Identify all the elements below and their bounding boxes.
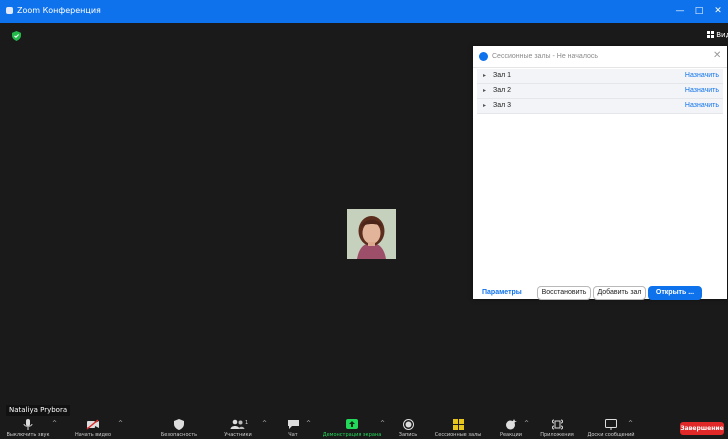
record-icon xyxy=(402,419,414,430)
start-video-button[interactable]: Начать видео xyxy=(75,417,111,439)
room-row-1[interactable]: ▸ Зал 1 Назначить xyxy=(477,69,723,84)
share-options-chevron-icon[interactable]: ^ xyxy=(380,420,385,428)
apps-icon xyxy=(551,419,563,430)
participants-icon xyxy=(230,419,245,429)
whiteboard-button[interactable]: Доски сообщений xyxy=(587,417,635,439)
security-label: Безопасность xyxy=(160,432,198,438)
params-link[interactable]: Параметры xyxy=(482,288,522,298)
add-room-button[interactable]: Добавить зал xyxy=(593,286,646,300)
whiteboard-options-chevron-icon[interactable]: ^ xyxy=(628,420,633,428)
share-screen-icon xyxy=(346,419,358,429)
breakout-rooms-icon xyxy=(452,419,464,430)
view-label: Вид xyxy=(716,31,728,39)
breakout-rooms-label: Сессионные залы xyxy=(434,432,482,438)
participants-label: Участники xyxy=(224,432,252,438)
assign-link[interactable]: Назначить xyxy=(685,69,719,83)
meeting-toolbar: Выключить звук ^ Начать видео ^ Безопасн… xyxy=(0,417,728,439)
minimize-button[interactable]: — xyxy=(672,4,688,18)
share-screen-button[interactable]: Демонстрация экрана xyxy=(323,417,381,439)
apps-button[interactable]: Приложения xyxy=(540,417,574,439)
expand-caret-icon[interactable]: ▸ xyxy=(483,99,486,113)
room-row-2[interactable]: ▸ Зал 2 Назначить xyxy=(477,84,723,99)
zoom-app-icon xyxy=(6,7,13,14)
reactions-label: Реакции xyxy=(499,432,523,438)
participant-photo xyxy=(347,209,396,259)
participant-name-tag: Nataliya Prybora xyxy=(6,405,71,416)
start-video-label: Начать видео xyxy=(74,432,112,438)
expand-caret-icon[interactable]: ▸ xyxy=(483,69,486,83)
breakout-rooms-panel: Сессионные залы - Не началось ✕ ▸ Зал 1 … xyxy=(473,46,727,300)
room-name: Зал 3 xyxy=(493,102,512,109)
record-label: Запись xyxy=(398,432,418,438)
participants-options-chevron-icon[interactable]: ^ xyxy=(262,420,267,428)
video-off-icon xyxy=(86,419,99,430)
participant-avatar xyxy=(347,209,396,259)
grid-view-icon xyxy=(707,31,714,38)
expand-caret-icon[interactable]: ▸ xyxy=(483,84,486,98)
restore-button[interactable]: Восстановить xyxy=(537,286,591,300)
reactions-button[interactable]: Реакции xyxy=(500,417,522,439)
whiteboard-label: Доски сообщений xyxy=(587,432,635,438)
close-button[interactable]: ✕ xyxy=(710,4,726,18)
reactions-options-chevron-icon[interactable]: ^ xyxy=(524,420,529,428)
zoom-logo-icon xyxy=(479,52,488,61)
window-title-bar: Zoom Конференция — □ ✕ xyxy=(0,0,728,23)
view-button[interactable]: Вид xyxy=(707,31,728,40)
maximize-button[interactable]: □ xyxy=(691,4,707,18)
room-name: Зал 2 xyxy=(493,87,512,94)
breakout-rooms-button[interactable]: Сессионные залы xyxy=(435,417,481,439)
room-row-3[interactable]: ▸ Зал 3 Назначить xyxy=(477,99,723,114)
chat-options-chevron-icon[interactable]: ^ xyxy=(306,420,311,428)
whiteboard-icon xyxy=(605,419,617,430)
mute-button[interactable]: Выключить звук xyxy=(6,417,50,439)
chat-icon xyxy=(287,420,299,429)
participants-count: 1 xyxy=(245,420,249,426)
open-rooms-button[interactable]: Открыть ... xyxy=(648,286,702,300)
assign-link[interactable]: Назначить xyxy=(685,84,719,98)
audio-options-chevron-icon[interactable]: ^ xyxy=(52,420,57,428)
security-button[interactable]: Безопасность xyxy=(161,417,197,439)
breakout-panel-header: Сессионные залы - Не началось ✕ xyxy=(473,46,727,68)
video-options-chevron-icon[interactable]: ^ xyxy=(118,420,123,428)
record-button[interactable]: Запись xyxy=(398,417,418,439)
reactions-icon xyxy=(506,419,517,430)
security-shield-icon xyxy=(174,419,184,430)
share-screen-label: Демонстрация экрана xyxy=(322,432,382,438)
end-meeting-button[interactable]: Завершение xyxy=(680,422,724,435)
mute-label: Выключить звук xyxy=(6,432,50,438)
apps-label: Приложения xyxy=(540,432,574,438)
breakout-panel-title: Сессионные залы - Не началось xyxy=(492,53,599,60)
room-name: Зал 1 xyxy=(493,72,512,79)
encryption-shield-icon[interactable] xyxy=(12,31,21,41)
window-title: Zoom Конференция xyxy=(17,6,101,15)
chat-label: Чат xyxy=(288,432,298,438)
assign-link[interactable]: Назначить xyxy=(685,99,719,113)
microphone-icon xyxy=(23,419,33,430)
breakout-panel-close-icon[interactable]: ✕ xyxy=(713,50,721,62)
chat-button[interactable]: Чат xyxy=(284,417,302,439)
